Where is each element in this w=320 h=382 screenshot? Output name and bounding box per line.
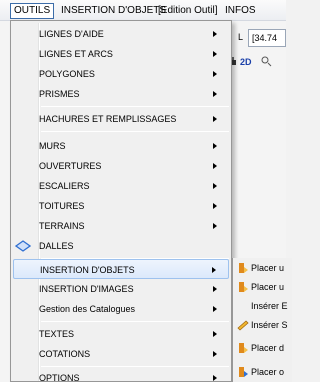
submenu-arrow-icon [213, 331, 217, 337]
menu-item-label: LIGNES D'AIDE [39, 29, 104, 39]
menu-item-label: LIGNES ET ARCS [39, 49, 113, 59]
menu-separator [41, 366, 229, 367]
submenu-item-inserer-e[interactable]: Insérer E [233, 296, 293, 316]
submenu-arrow-icon [212, 267, 216, 273]
menu-item-label: ESCALIERS [39, 181, 90, 191]
place-object-icon [236, 261, 250, 275]
outils-dropdown: LIGNES D'AIDE LIGNES ET ARCS POLYGONES P… [10, 20, 232, 382]
submenu-arrow-icon [213, 351, 217, 357]
submenu-item-label: Placer o [251, 367, 285, 377]
menu-item-escaliers[interactable]: ESCALIERS [13, 176, 229, 196]
menu-item-insertion-images[interactable]: INSERTION D'IMAGES [13, 279, 229, 299]
menu-item-label: DALLES [39, 241, 74, 251]
menu-separator [41, 106, 229, 107]
menu-infos[interactable]: INFOS [222, 4, 259, 19]
place-object-icon [236, 365, 250, 379]
menu-item-gestion-catalogues[interactable]: Gestion des Catalogues [13, 299, 229, 319]
menu-item-label: POLYGONES [39, 69, 95, 79]
submenu-arrow-icon [213, 286, 217, 292]
menu-item-lignes-arcs[interactable]: LIGNES ET ARCS [13, 44, 229, 64]
submenu-item-inserer-s[interactable]: Insérer S [233, 315, 293, 335]
place-object-icon [236, 341, 250, 355]
length-value: 34.74 [254, 33, 278, 43]
submenu-arrow-icon [213, 143, 217, 149]
submenu-arrow-icon [213, 203, 217, 209]
submenu-item-label: Insérer S [251, 320, 288, 330]
submenu-arrow-icon [213, 116, 217, 122]
menu-item-ouvertures[interactable]: OUVERTURES [13, 156, 229, 176]
submenu-item-placer-3[interactable]: Placer d [233, 338, 293, 358]
menu-bar: OUTILS INSERTION D'OBJETS [Edition Outil… [0, 0, 286, 21]
menu-item-label: INSERTION D'OBJETS [40, 265, 135, 275]
slab-icon [14, 239, 32, 253]
submenu-arrow-icon [213, 306, 217, 312]
menu-item-prismes[interactable]: PRISMES [13, 84, 229, 104]
insert-symbol-icon [236, 318, 250, 332]
menu-item-polygones[interactable]: POLYGONES [13, 64, 229, 84]
submenu-item-label: Placer d [251, 343, 285, 353]
menu-item-label: MURS [39, 141, 66, 151]
submenu-item-label: Insérer E [251, 301, 288, 311]
insertion-objets-submenu: Placer u Placer u Insérer E Insérer S Pl… [232, 258, 292, 382]
menu-item-label: OUVERTURES [39, 161, 102, 171]
length-label: L [238, 32, 244, 42]
menu-item-lignes-aide[interactable]: LIGNES D'AIDE [13, 24, 229, 44]
submenu-item-label: Placer u [251, 263, 285, 273]
menu-item-label: INSERTION D'IMAGES [39, 284, 134, 294]
menu-edition-outil[interactable]: [Edition Outil] [155, 4, 220, 19]
menu-item-label: PRISMES [39, 89, 80, 99]
menu-item-insertion-objets[interactable]: INSERTION D'OBJETS [13, 259, 229, 279]
menu-outils[interactable]: OUTILS [10, 3, 55, 19]
submenu-arrow-icon [213, 163, 217, 169]
menu-item-label: OPTIONS [39, 373, 80, 382]
place-object-icon [236, 280, 250, 294]
menu-item-murs[interactable]: MURS [13, 136, 229, 156]
menu-item-dalles[interactable]: DALLES [13, 236, 229, 256]
menu-item-terrains[interactable]: TERRAINS [13, 216, 229, 236]
submenu-item-placer-4[interactable]: Placer o [233, 362, 293, 382]
2d-view-button[interactable]: 2D [240, 57, 252, 67]
length-field[interactable]: [34.74 [248, 29, 286, 47]
submenu-arrow-icon [213, 183, 217, 189]
submenu-arrow-icon [213, 31, 217, 37]
submenu-arrow-icon [213, 91, 217, 97]
menu-item-label: Gestion des Catalogues [39, 304, 136, 314]
zoom-in-icon[interactable] [260, 55, 272, 69]
menu-item-cotations[interactable]: COTATIONS [13, 344, 229, 364]
menu-insertion-objets[interactable]: INSERTION D'OBJETS [58, 4, 169, 19]
submenu-arrow-icon [213, 71, 217, 77]
menu-item-options[interactable]: OPTIONS [13, 368, 229, 382]
menu-item-label: HACHURES ET REMPLISSAGES [39, 114, 177, 124]
menu-separator [41, 131, 229, 132]
submenu-arrow-icon [213, 51, 217, 57]
submenu-item-label: Placer u [251, 282, 285, 292]
menu-item-label: COTATIONS [39, 349, 91, 359]
menu-item-label: TERRAINS [39, 221, 85, 231]
menu-item-label: TEXTES [39, 329, 75, 339]
menu-item-label: TOITURES [39, 201, 85, 211]
submenu-item-placer-1[interactable]: Placer u [233, 258, 293, 278]
menu-item-hachures[interactable]: HACHURES ET REMPLISSAGES [13, 109, 229, 129]
submenu-item-placer-2[interactable]: Placer u [233, 277, 293, 297]
submenu-arrow-icon [213, 223, 217, 229]
menu-separator [41, 321, 229, 322]
menu-item-toitures[interactable]: TOITURES [13, 196, 229, 216]
menu-item-textes[interactable]: TEXTES [13, 324, 229, 344]
submenu-arrow-icon [213, 375, 217, 381]
